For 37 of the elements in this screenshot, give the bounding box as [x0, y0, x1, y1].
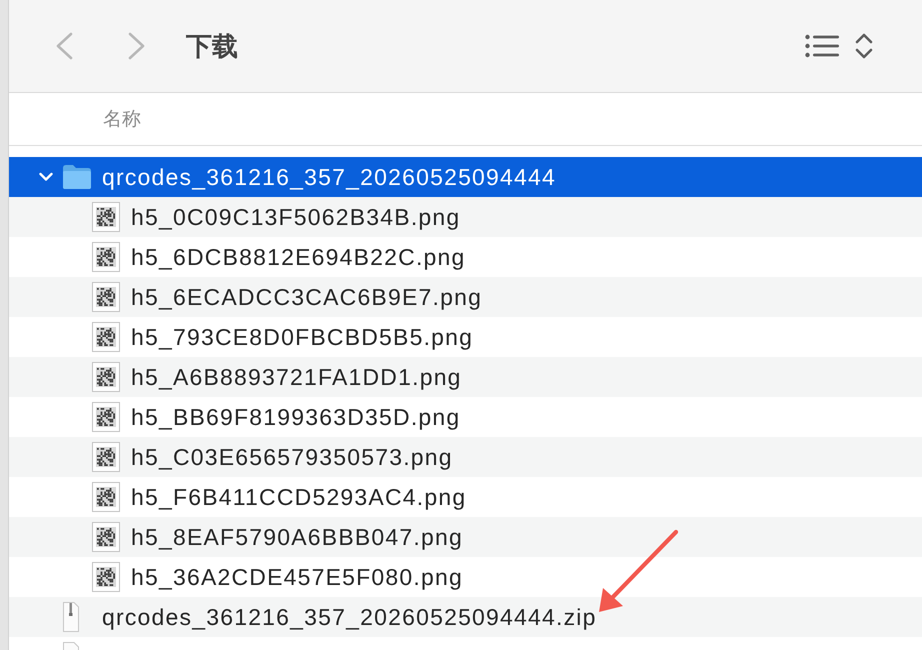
- qr-code-image-icon: [92, 402, 120, 432]
- view-options-button[interactable]: [805, 32, 873, 60]
- qr-code-image-icon: [92, 242, 120, 272]
- qr-code-image-icon: [92, 482, 120, 512]
- file-row[interactable]: h5_A6B8893721FA1DD1.png: [9, 357, 922, 397]
- qr-code-image-icon: [92, 322, 120, 352]
- qr-code-image-icon: [92, 562, 120, 592]
- list-icon: [805, 34, 839, 58]
- qr-code-image-icon: [92, 202, 120, 232]
- zip-file-icon: [63, 602, 79, 632]
- file-name: h5_0C09C13F5062B34B.png: [131, 204, 460, 230]
- file-name: h5_8EAF5790A6BBB047.png: [131, 524, 463, 550]
- file-name: h5_36A2CDE457E5F080.png: [131, 564, 463, 590]
- file-row[interactable]: h5_8EAF5790A6BBB047.png: [9, 517, 922, 557]
- qr-code-image-icon: [92, 282, 120, 312]
- file-name: h5_F6B411CCD5293AC4.png: [131, 484, 466, 510]
- file-name: h5_A6B8893721FA1DD1.png: [131, 364, 462, 390]
- up-down-chevron-icon: [855, 32, 873, 60]
- file-name: h5_6ECADCC3CAC6B9E7.png: [131, 284, 482, 310]
- file-name: qrcodes_361216_357_20260525094444: [102, 164, 556, 190]
- file-row[interactable]: h5_6ECADCC3CAC6B9E7.png: [9, 277, 922, 317]
- file-name: h5_C03E656579350573.png: [131, 444, 453, 470]
- file-name: h5_6DCB8812E694B22C.png: [131, 244, 466, 270]
- chevron-left-icon: [55, 32, 73, 60]
- file-name: h5_BB69F8199363D35D.png: [131, 404, 460, 430]
- qr-code-image-icon: [92, 362, 120, 392]
- file-row[interactable]: h5_0C09C13F5062B34B.png: [9, 197, 922, 237]
- folder-icon: [62, 164, 92, 190]
- file-name: h5_793CE8D0FBCBD5B5.png: [131, 324, 474, 350]
- file-row[interactable]: qrcodes_361216_357_20260525094444: [9, 157, 922, 197]
- chevron-right-icon: [128, 32, 146, 60]
- file-row[interactable]: h5_C03E656579350573.png: [9, 437, 922, 477]
- window-title: 下载: [186, 30, 238, 64]
- qr-code-image-icon: [92, 442, 120, 472]
- file-row[interactable]: qrcodes_361216_357_20260525094444.zip: [9, 597, 922, 637]
- qr-code-image-icon: [92, 522, 120, 552]
- file-name: qrcodes_361216_357_20260525094444.zip: [102, 604, 597, 630]
